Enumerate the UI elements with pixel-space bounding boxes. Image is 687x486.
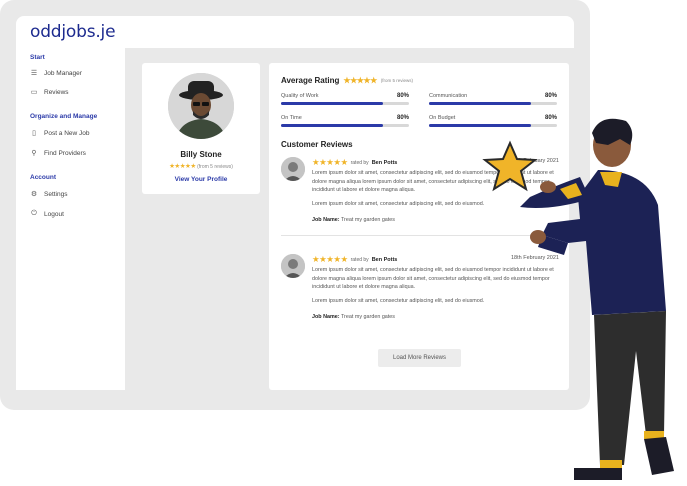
- search-icon: ⚲: [31, 150, 37, 157]
- average-rating-header: Average Rating ★★★★★ (from 5 reviews): [281, 76, 413, 85]
- reviewer-name: Ben Potts: [371, 159, 398, 166]
- sidebar-section-organize: Organize and Manage: [30, 113, 98, 120]
- rated-by-label: rated by: [350, 159, 369, 166]
- load-more-reviews-button[interactable]: Load More Reviews: [378, 349, 461, 367]
- sidebar-item-label: Find Providers: [44, 149, 86, 157]
- reviewer-avatar: [281, 157, 305, 181]
- review-job: Job Name: Treat my garden gates: [312, 217, 395, 223]
- rated-by-label: rated by: [350, 256, 369, 263]
- metric-bar-fill: [429, 102, 532, 105]
- average-rating-title: Average Rating: [281, 76, 340, 85]
- star-rating-icon: ★★★★★: [169, 163, 196, 170]
- profile-card: Billy Stone ★★★★★ (from 5 reviews) View …: [142, 63, 260, 194]
- metric-bar: [281, 102, 409, 105]
- review-header: ★★★★★ rated by Ben Potts: [312, 254, 397, 265]
- sidebar-item-label: Settings: [44, 190, 68, 198]
- chat-icon: ▭: [30, 89, 38, 96]
- profile-name: Billy Stone: [180, 150, 222, 159]
- review-job: Job Name: Treat my garden gates: [312, 314, 395, 320]
- sidebar-section-account: Account: [30, 174, 56, 181]
- profile-reviews-count: (from 5 reviews): [197, 164, 233, 170]
- sidebar-item-label: Logout: [44, 210, 64, 218]
- metric-bar-fill: [281, 124, 384, 127]
- sidebar-item-job-manager[interactable]: ☰ Job Manager: [30, 69, 82, 78]
- sidebar-item-label: Reviews: [44, 88, 69, 96]
- view-profile-link[interactable]: View Your Profile: [142, 176, 260, 183]
- sidebar: Start ☰ Job Manager ▭ Reviews Organize a…: [16, 48, 125, 390]
- metric-bar-fill: [281, 102, 384, 105]
- metric-on-time: On Time 80%: [281, 115, 409, 127]
- average-rating-count: (from 5 reviews): [380, 78, 414, 83]
- star-rating-icon: ★★★★★: [343, 76, 377, 85]
- star-rating-icon: ★★★★★: [312, 157, 348, 167]
- top-bar: oddjobs.je: [16, 16, 574, 48]
- sidebar-section-start: Start: [30, 54, 45, 61]
- reviewer-name: Ben Potts: [371, 256, 398, 263]
- metric-bar: [281, 124, 409, 127]
- metric-label: On Time: [281, 115, 302, 121]
- metric-bar: [429, 102, 557, 105]
- sidebar-item-label: Post a New Job: [44, 129, 90, 137]
- sidebar-item-post-job[interactable]: ▯ Post a New Job: [30, 129, 90, 138]
- sidebar-item-label: Job Manager: [44, 69, 82, 77]
- metric-value: 80%: [544, 93, 557, 99]
- job-name-label: Job Name:: [312, 314, 340, 320]
- reviewer-avatar: [281, 254, 305, 278]
- star-rating-icon: ★★★★★: [312, 254, 348, 264]
- job-name-value: Treat my garden gates: [340, 314, 396, 320]
- sidebar-item-find-providers[interactable]: ⚲ Find Providers: [30, 149, 86, 158]
- sidebar-item-settings[interactable]: ⚙ Settings: [30, 190, 68, 199]
- profile-rating: ★★★★★ (from 5 reviews): [142, 162, 260, 170]
- sidebar-item-logout[interactable]: ⏻ Logout: [30, 210, 64, 218]
- gear-icon: ⚙: [30, 191, 38, 198]
- metric-value: 80%: [396, 115, 409, 121]
- list-icon: ☰: [30, 70, 38, 77]
- metric-quality: Quality of Work 80%: [281, 93, 409, 105]
- document-icon: ▯: [32, 130, 36, 137]
- person-holding-star-illustration: [482, 118, 674, 480]
- sidebar-item-reviews[interactable]: ▭ Reviews: [30, 88, 69, 97]
- power-icon: ⏻: [31, 210, 37, 217]
- app-logo[interactable]: oddjobs.je: [30, 22, 116, 42]
- job-name-value: Treat my garden gates: [340, 217, 396, 223]
- metric-label: Communication: [429, 93, 468, 99]
- avatar: [168, 73, 234, 139]
- metric-label: Quality of Work: [281, 93, 319, 99]
- customer-reviews-title: Customer Reviews: [281, 140, 353, 149]
- metric-communication: Communication 80%: [429, 93, 557, 105]
- metric-value: 80%: [396, 93, 409, 99]
- job-name-label: Job Name:: [312, 217, 340, 223]
- review-header: ★★★★★ rated by Ben Potts: [312, 157, 397, 168]
